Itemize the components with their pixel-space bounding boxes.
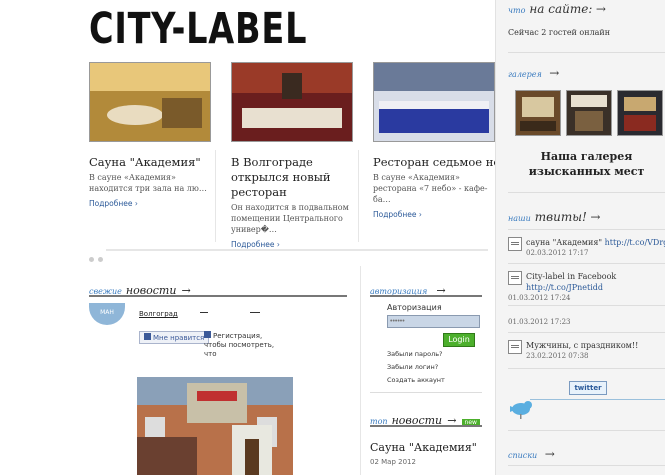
tweet-date: 23.02.2012 07:38 [526, 352, 589, 360]
facebook-icon [204, 331, 211, 338]
read-more-link[interactable]: Подробнее › [373, 210, 495, 219]
news-image[interactable] [137, 377, 293, 475]
divider [508, 229, 665, 230]
map-badge[interactable]: МАН [89, 303, 125, 325]
arrow-right-icon: → [549, 66, 560, 80]
tweet-date: 01.03.2012 17:24 [508, 294, 571, 302]
tweets-heading: наши твиты! → [508, 210, 600, 224]
divider [508, 465, 665, 466]
facebook-register-text: Регистрация, чтобы посмотреть, что [204, 331, 282, 359]
like-button[interactable]: Мне нравится [139, 331, 210, 344]
online-status: Сейчас 2 гостей онлайн [508, 28, 611, 37]
card-excerpt: Он находится в подвальном помещении Цент… [231, 203, 349, 234]
arrow-right-icon: → [590, 210, 601, 224]
divider [370, 295, 482, 297]
auth-links: Забыли пароль? Забыли логин? Создать акк… [387, 348, 445, 387]
tweets-big: твиты! [534, 210, 587, 224]
featured-card[interactable]: Ресторан седьмое неб В сауне «Академия» … [373, 62, 495, 219]
featured-card[interactable]: Сауна "Академия" В сауне «Академия» нахо… [89, 62, 211, 208]
tweet-link[interactable]: http://t.co/VDrgtto [605, 238, 665, 247]
top-news-date: 02 Мар 2012 [370, 458, 416, 466]
divider [200, 312, 208, 313]
tweet-date: 02.03.2012 17:17 [526, 249, 589, 257]
tweet-icon [508, 271, 522, 285]
gallery-thumb[interactable] [515, 90, 561, 136]
divider [106, 249, 488, 251]
gallery-small: галерея [508, 70, 542, 79]
like-icon [144, 333, 151, 340]
tweet-icon [508, 340, 522, 354]
divider [370, 392, 482, 393]
top-news-title[interactable]: Сауна "Академия" [370, 441, 477, 454]
tweet-item: сауна "Академия" http://t.co/VDrgtto 02.… [508, 237, 665, 259]
twitter-bird-icon [510, 401, 532, 419]
tweet-text: сауна "Академия" [526, 238, 605, 247]
card-excerpt: В сауне «Академия» ресторана «7 небо» - … [373, 173, 488, 204]
gallery-thumb[interactable] [566, 90, 612, 136]
city-link[interactable]: Волгоград [139, 310, 178, 318]
read-more-link[interactable]: Подробнее › [231, 240, 351, 249]
on-site-big: на сайте: [529, 2, 593, 16]
on-site-small: что [508, 6, 526, 15]
lists-heading: списки → [508, 447, 555, 461]
divider [508, 192, 665, 193]
featured-card[interactable]: В Волгограде открылся новый ресторан Он … [231, 62, 353, 249]
divider [370, 425, 482, 427]
twitter-badge[interactable]: twitter [569, 381, 607, 395]
arrow-right-icon: → [544, 447, 555, 461]
arrow-right-icon: → [595, 2, 606, 16]
login-button[interactable]: Login [443, 333, 475, 347]
tweet-item: 01.03.2012 17:23 [508, 317, 665, 328]
divider [360, 266, 361, 475]
divider [508, 52, 665, 53]
divider [508, 430, 665, 431]
tweet-item: Мужчины, с праздником!! 23.02.2012 07:38 [508, 340, 665, 362]
divider [215, 150, 216, 242]
tweet-date: 01.03.2012 17:23 [508, 318, 571, 326]
gallery-thumb[interactable] [617, 90, 663, 136]
card-image[interactable] [373, 62, 495, 142]
tweet-link[interactable]: http://t.co/JPnetidd [526, 283, 603, 292]
gallery-heading: галерея → [508, 66, 559, 80]
card-image[interactable] [89, 62, 211, 142]
card-excerpt: В сауне «Академия» находится три зала на… [89, 173, 207, 193]
card-title[interactable]: Ресторан седьмое неб [373, 155, 495, 170]
tweet-icon [508, 237, 522, 251]
divider [89, 295, 347, 297]
card-title[interactable]: Сауна "Академия" [89, 155, 209, 170]
tweets-small: наши [508, 214, 531, 223]
tweet-item: City-label in Facebook http://t.co/JPnet… [508, 271, 665, 304]
forgot-login-link[interactable]: Забыли логин? [387, 361, 445, 374]
divider [508, 332, 665, 333]
divider [508, 263, 665, 264]
password-input[interactable] [387, 315, 480, 328]
auth-label: Авторизация [387, 303, 442, 312]
site-logo[interactable]: CITY-LABEL [89, 4, 307, 54]
divider [250, 312, 260, 313]
forgot-password-link[interactable]: Забыли пароль? [387, 348, 445, 361]
divider [508, 368, 665, 369]
gallery-caption: Наша галерея изысканных мест [528, 150, 645, 178]
divider [508, 305, 665, 306]
like-label: Мне нравится [153, 334, 205, 342]
create-account-link[interactable]: Создать аккаунт [387, 374, 445, 387]
card-title[interactable]: В Волгограде открылся новый ресторан [231, 155, 351, 200]
tweet-text: City-label in Facebook [526, 272, 617, 281]
slider-dot[interactable] [98, 247, 103, 266]
card-image[interactable] [231, 62, 353, 142]
divider [358, 150, 359, 242]
lists-small: списки [508, 451, 538, 460]
divider [530, 399, 665, 400]
register-text: Регистрация, чтобы посмотреть, что [204, 332, 275, 358]
on-site-heading: что на сайте: → [508, 2, 606, 16]
read-more-link[interactable]: Подробнее › [89, 199, 209, 208]
tweet-text: Мужчины, с праздником!! [526, 341, 639, 350]
